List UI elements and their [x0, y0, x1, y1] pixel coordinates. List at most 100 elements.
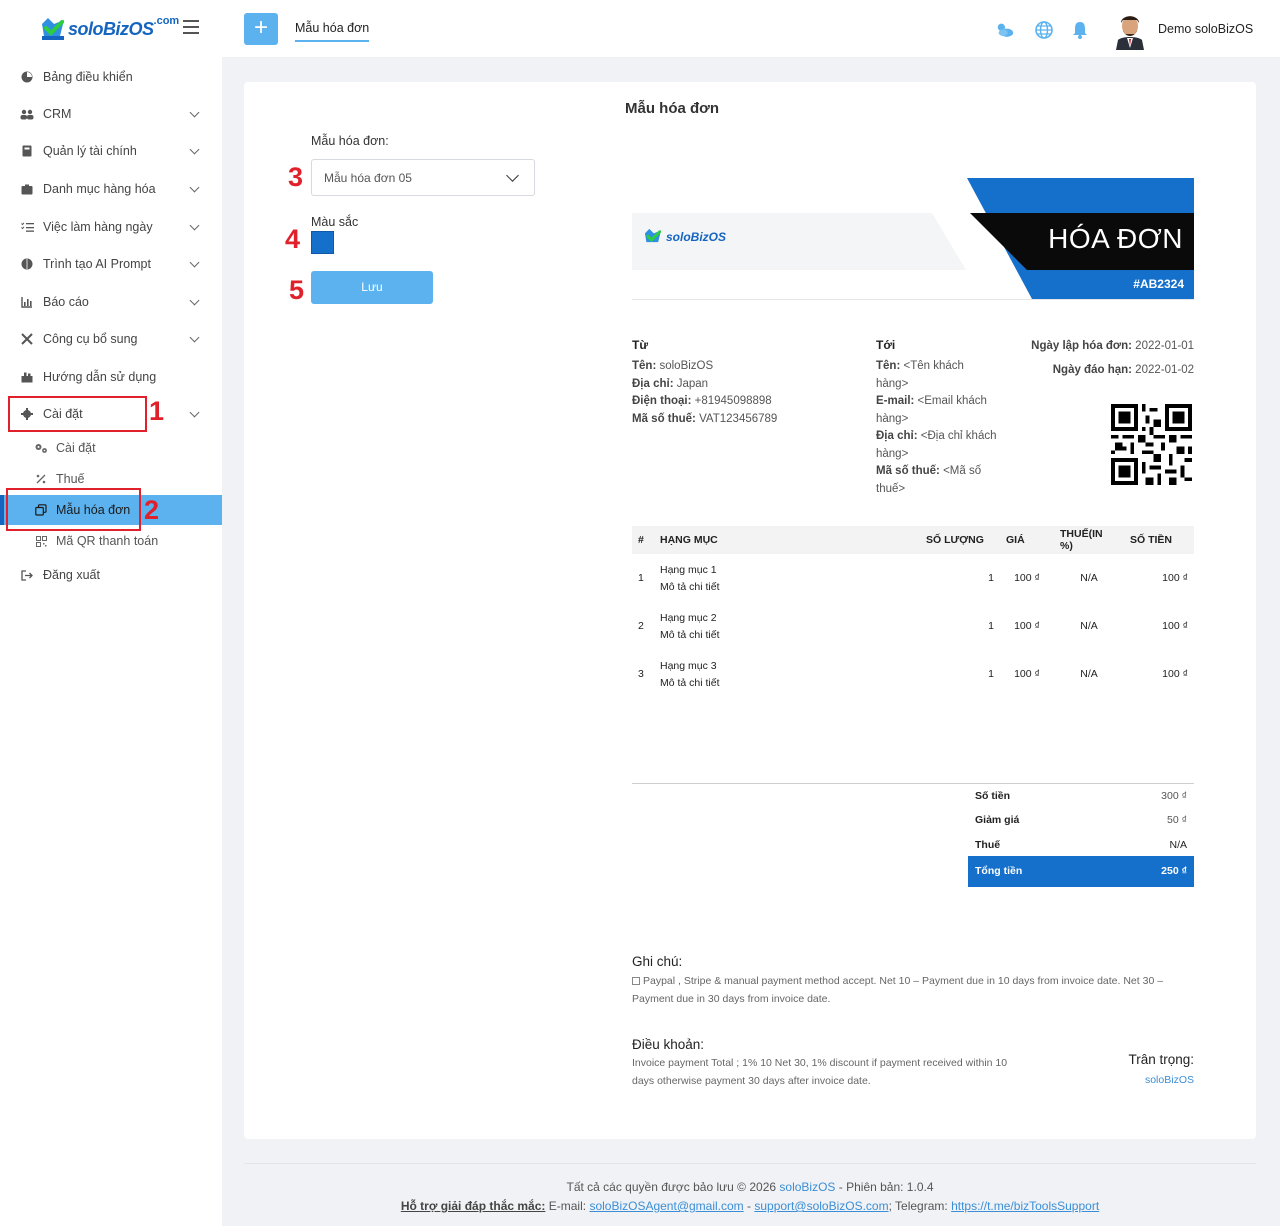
row-item: Hạng mục 1 Mô tả chi tiết	[654, 554, 920, 602]
row-item: Hạng mục 2 Mô tả chi tiết	[654, 602, 920, 650]
sidebar-subitem-settings[interactable]: Cài đặt	[0, 433, 222, 463]
save-button[interactable]: Lưu	[311, 271, 433, 304]
sidebar-item-tools[interactable]: Công cụ bổ sung	[0, 321, 222, 357]
sidebar-item-label: Quản lý tài chính	[43, 144, 137, 158]
globe-icon[interactable]	[1034, 20, 1054, 40]
from-name: Tên: soloBizOS	[632, 360, 714, 372]
to-name-cont: hàng>	[876, 377, 909, 390]
chevron-down-icon	[189, 332, 200, 343]
logo-icon	[42, 18, 64, 40]
invoice-logo-text: soloBizOS	[666, 230, 727, 244]
sidebar-item-dashboard[interactable]: Bảng điều khiển	[0, 59, 222, 95]
table-row: 1 Hạng mục 1 Mô tả chi tiết 1 100 ₫ N/A 1…	[632, 554, 1194, 602]
support-line: Hỗ trợ giải đáp thắc mắc: E-mail: soloBi…	[400, 1199, 1100, 1213]
chevron-down-icon	[189, 107, 200, 118]
chevron-down-icon	[189, 220, 200, 231]
col-header: THUẾ(IN %)	[1054, 526, 1124, 554]
issue-date: Ngày lập hóa đơn: 2022-01-01	[1031, 340, 1194, 352]
table-row: 2 Hạng mục 2 Mô tả chi tiết 1 100 ₫ N/A 1…	[632, 602, 1194, 650]
item-tax: N/A	[1080, 620, 1098, 632]
table-header-row: # HẠNG MỤC SỐ LƯỢNG GIÁ THUẾ(IN %) SỐ TI…	[632, 526, 1194, 554]
chevron-down-icon	[189, 295, 200, 306]
annotation-box-invoice-template	[6, 488, 141, 531]
to-tax-id: Mã số thuế: <Mã số	[876, 465, 982, 477]
footer: Tất cả các quyền được bảo lưu © 2026 sol…	[244, 1163, 1256, 1213]
from-tax-id: Mã số thuế: VAT123456789	[632, 412, 778, 425]
menu-toggle-icon[interactable]	[183, 20, 199, 34]
sidebar-item-ai-prompt[interactable]: Trình tạo AI Prompt	[0, 246, 222, 282]
item-desc: Mô tả chi tiết	[660, 676, 720, 689]
sidebar-subitem-label: Mã QR thanh toán	[56, 534, 159, 548]
terms-text: Invoice payment Total ; 1% 10 Net 30, 1%…	[632, 1057, 1008, 1087]
annotation-box-settings	[8, 396, 147, 432]
copyright: Tất cả các quyền được bảo lưu © 2026 sol…	[566, 1180, 934, 1194]
breadcrumb[interactable]: Mẫu hóa đơn	[295, 21, 370, 42]
template-label: Mẫu hóa đơn:	[311, 134, 389, 148]
signature: soloBizOS	[1144, 1074, 1194, 1086]
bell-icon[interactable]	[1070, 20, 1090, 40]
sidebar-item-label: Việc làm hàng ngày	[43, 220, 153, 234]
email-link-1[interactable]: soloBizOSAgent@gmail.com	[589, 1199, 743, 1213]
col-header: GIÁ	[1000, 526, 1054, 554]
avatar[interactable]	[1110, 8, 1150, 50]
item-price: 100 ₫	[1014, 620, 1040, 632]
sidebar-item-guide[interactable]: Hướng dẫn sử dụng	[0, 359, 222, 395]
qr-icon	[34, 535, 48, 547]
notes-heading: Ghi chú:	[632, 954, 683, 969]
sidebar-item-daily-tasks[interactable]: Việc làm hàng ngày	[0, 209, 222, 245]
gears-icon	[34, 442, 48, 454]
regards-label: Trân trọng:	[1128, 1052, 1194, 1067]
sidebar-item-finance[interactable]: Quản lý tài chính	[0, 133, 222, 169]
sidebar-item-label: Bảng điều khiển	[43, 70, 133, 84]
to-block: Tên: <Tên khách hàng> E-mail: <Email khá…	[876, 358, 1016, 498]
sidebar-item-logout[interactable]: Đăng xuất	[0, 557, 222, 593]
add-button[interactable]: +	[244, 13, 278, 45]
weather-icon[interactable]	[995, 20, 1015, 40]
item-tax: N/A	[1080, 668, 1098, 680]
from-block: Tên: soloBizOS Địa chỉ: Japan Điện thoại…	[632, 358, 862, 428]
qr-code-image	[1111, 404, 1192, 485]
to-tax-id-cont: thuế>	[876, 482, 906, 495]
notes-text: Paypal , Stripe & manual payment method …	[632, 975, 1164, 1005]
sidebar-item-crm[interactable]: CRM	[0, 96, 222, 132]
to-address-cont: hàng>	[876, 447, 909, 460]
chevron-down-icon	[189, 257, 200, 268]
to-email: E-mail: <Email khách	[876, 395, 987, 407]
users-icon	[20, 108, 34, 120]
sidebar-item-label: Báo cáo	[43, 295, 89, 309]
item-desc: Mô tả chi tiết	[660, 580, 720, 593]
brand-link[interactable]: soloBizOS	[779, 1180, 835, 1194]
guide-icon	[20, 371, 34, 383]
item-desc: Mô tả chi tiết	[660, 628, 720, 641]
item-tax: N/A	[1080, 572, 1098, 584]
invoice-logo: soloBizOS	[642, 226, 726, 248]
divider	[632, 299, 1194, 300]
telegram-link[interactable]: https://t.me/bizToolsSupport	[951, 1199, 1099, 1213]
item-qty: 1	[988, 572, 994, 584]
col-header: SỐ TIỀN	[1124, 526, 1194, 554]
sidebar-item-products[interactable]: Danh mục hàng hóa	[0, 171, 222, 207]
to-email-cont: hàng>	[876, 412, 909, 425]
discount-row: Giảm giá 50 ₫	[975, 814, 1187, 826]
subtotal-row: Số tiền 300 ₫	[975, 790, 1187, 802]
template-select[interactable]: Mẫu hóa đơn 05	[311, 159, 535, 196]
chevron-down-icon	[189, 407, 200, 418]
main-card: Mẫu hóa đơn Mẫu hóa đơn: Mẫu hóa đơn 05 …	[244, 82, 1256, 1139]
row-item: Hạng mục 3 Mô tả chi tiết	[654, 650, 920, 698]
table-row: 3 Hạng mục 3 Mô tả chi tiết 1 100 ₫ N/A 1…	[632, 650, 1194, 698]
sidebar-item-label: CRM	[43, 107, 72, 121]
item-amount: 100 ₫	[1162, 572, 1188, 584]
sidebar-subitem-label: Cài đặt	[56, 441, 96, 455]
color-picker[interactable]	[311, 231, 334, 254]
row-number: 2	[638, 620, 644, 632]
annotation-marker-3: 3	[288, 162, 304, 192]
items-table: # HẠNG MỤC SỐ LƯỢNG GIÁ THUẾ(IN %) SỐ TI…	[632, 526, 1194, 698]
page-title: Mẫu hóa đơn	[625, 100, 719, 117]
email-link-2[interactable]: support@soloBizOS.com	[754, 1199, 888, 1213]
item-name: Hạng mục 3	[660, 659, 717, 672]
logo-suffix: .com	[153, 15, 180, 27]
user-name[interactable]: Demo soloBizOS	[1158, 22, 1253, 36]
sidebar-item-reports[interactable]: Báo cáo	[0, 284, 222, 320]
percent-icon	[34, 474, 48, 484]
invoice-number: #AB2324	[1133, 277, 1184, 291]
